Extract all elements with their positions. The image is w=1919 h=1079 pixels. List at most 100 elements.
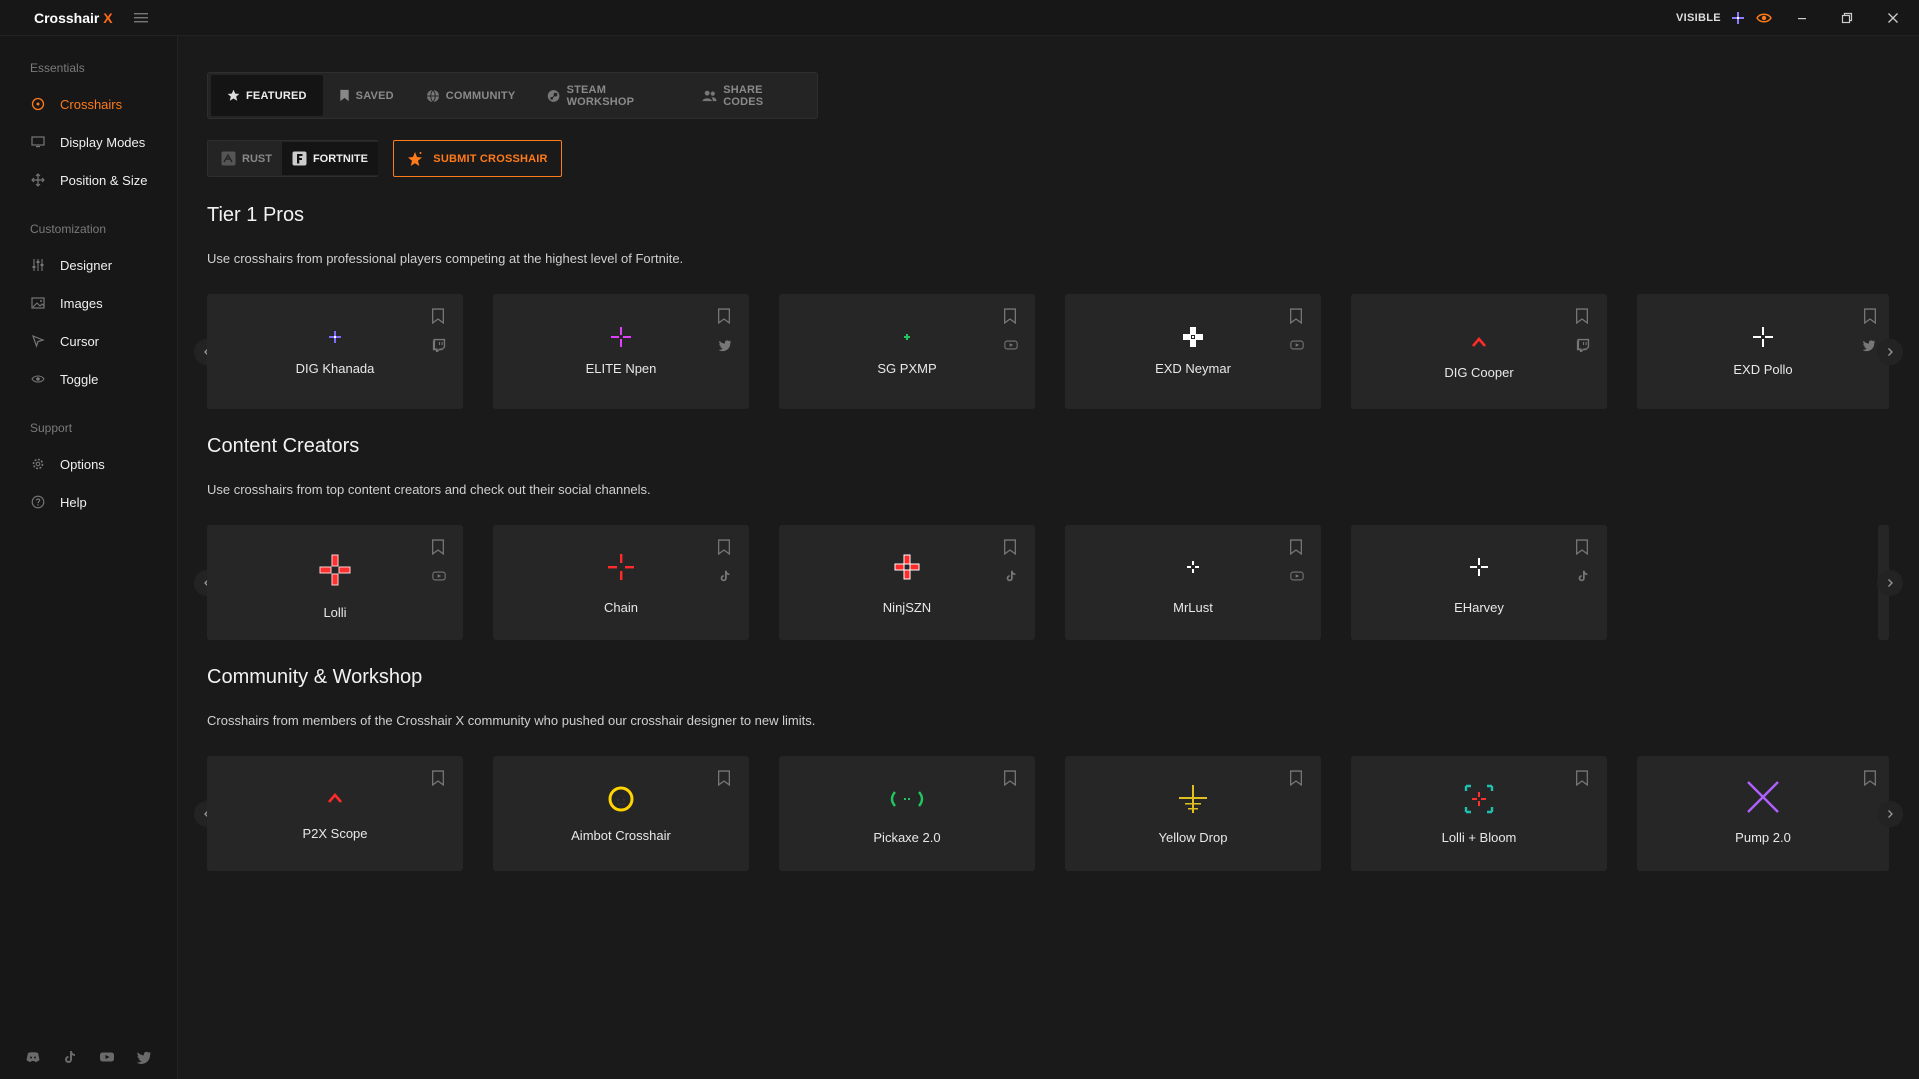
restore-icon[interactable]	[1839, 10, 1855, 26]
eye-icon[interactable]	[1756, 10, 1772, 26]
crosshair-name: EHarvey	[1454, 600, 1504, 615]
crosshair-name: Aimbot Crosshair	[571, 828, 671, 843]
sidebar-item-options[interactable]: Options	[24, 450, 174, 478]
sidebar-item-designer[interactable]: Designer	[24, 251, 174, 279]
crosshair-preview	[493, 322, 749, 352]
crosshair-name: DIG Khanada	[295, 361, 375, 376]
crosshair-card[interactable]: EXD Pollo	[1637, 294, 1889, 409]
minimize-icon[interactable]	[1794, 10, 1810, 26]
bookmark-icon[interactable]	[1575, 308, 1589, 324]
sidebar-item-label: Crosshairs	[60, 96, 123, 112]
game-label: FORTNITE	[312, 152, 368, 165]
tab-steam-workshop[interactable]: STEAM WORKSHOP	[531, 75, 686, 116]
crosshair-preview	[1065, 322, 1321, 352]
submit-crosshair-button[interactable]: SUBMIT CROSSHAIR	[393, 140, 562, 177]
game-fortnite-button[interactable]: FORTNITE	[281, 142, 378, 175]
crosshair-preview	[779, 784, 1035, 814]
section-title-community: Community & Workshop	[207, 666, 423, 688]
target-icon	[30, 96, 46, 112]
crosshair-preview	[493, 784, 749, 814]
crosshair-card[interactable]: Lolli + Bloom	[1351, 756, 1607, 871]
crosshair-card[interactable]: EHarvey	[1351, 525, 1607, 640]
crosshair-preview	[1065, 784, 1321, 814]
users-icon	[702, 90, 717, 102]
crosshair-name: Yellow Drop	[1158, 830, 1228, 845]
sidebar-item-display-modes[interactable]: Display Modes	[24, 128, 174, 156]
tab-label: SHARE CODES	[723, 83, 764, 108]
crosshair-card[interactable]: P2X Scope	[207, 756, 463, 871]
sidebar-item-label: Cursor	[60, 333, 100, 349]
crosshair-preview	[1351, 327, 1607, 357]
crosshair-preview	[1351, 552, 1607, 582]
crosshair-card[interactable]: Pump 2.0	[1637, 756, 1889, 871]
tab-share-codes[interactable]: SHARE CODES	[686, 75, 817, 116]
star-icon	[227, 89, 240, 101]
sidebar-item-crosshairs[interactable]: Crosshairs	[24, 90, 174, 118]
star-sparkle-icon	[408, 151, 423, 166]
crosshair-preview	[1637, 322, 1889, 352]
gear-icon	[30, 456, 46, 472]
game-rust-button[interactable]: RUST	[211, 142, 282, 175]
crosshair-preview	[207, 322, 463, 352]
crosshair-name: EXD Neymar	[1155, 361, 1231, 376]
crosshair-preview	[1065, 552, 1321, 582]
sidebar-item-cursor[interactable]: Cursor	[24, 327, 174, 355]
crosshair-card[interactable]: Lolli	[207, 525, 463, 640]
tiktok-icon[interactable]	[62, 1049, 78, 1065]
crosshair-toggle-icon[interactable]	[1730, 10, 1746, 26]
carousel-next-arrow[interactable]	[1877, 801, 1903, 827]
sidebar-item-toggle[interactable]: Toggle	[24, 365, 174, 393]
sidebar-item-position-size[interactable]: Position & Size	[24, 166, 174, 194]
menu-icon[interactable]	[134, 11, 150, 25]
crosshair-card[interactable]: EXD Neymar	[1065, 294, 1321, 409]
section-desc-community: Crosshairs from members of the Crosshair…	[207, 713, 816, 728]
bookmark-icon[interactable]	[431, 539, 445, 555]
globe-icon	[426, 89, 439, 103]
chevron-right-icon	[1888, 579, 1893, 587]
visible-label: VISIBLE	[1676, 12, 1721, 24]
crosshair-name: Lolli + Bloom	[1441, 830, 1517, 845]
sidebar-item-label: Toggle	[60, 371, 99, 387]
close-icon[interactable]	[1885, 10, 1901, 26]
crosshair-card[interactable]: DIG Cooper	[1351, 294, 1607, 409]
game-toggle: RUST FORTNITE	[207, 140, 378, 177]
crosshair-preview	[779, 552, 1035, 582]
twitter-icon[interactable]	[136, 1049, 152, 1065]
crosshair-card[interactable]: NinjSZN	[779, 525, 1035, 640]
tab-saved[interactable]: SAVED	[323, 75, 410, 116]
section-desc-creators: Use crosshairs from top content creators…	[207, 482, 651, 497]
crosshair-card[interactable]: Yellow Drop	[1065, 756, 1321, 871]
discord-icon[interactable]	[25, 1049, 41, 1065]
tab-community[interactable]: COMMUNITY	[410, 75, 532, 116]
sidebar-item-help[interactable]: Help	[24, 488, 174, 516]
image-icon	[30, 295, 46, 311]
section-label-support: Support	[30, 421, 73, 435]
tab-featured[interactable]: FEATURED	[211, 75, 323, 116]
section-label-customization: Customization	[30, 222, 107, 236]
app-title: Crosshair X	[34, 10, 113, 26]
eye-icon	[30, 371, 46, 387]
crosshair-card[interactable]: Chain	[493, 525, 749, 640]
help-icon	[30, 494, 46, 510]
monitor-icon	[30, 134, 46, 150]
youtube-icon[interactable]	[99, 1049, 115, 1065]
crosshair-card[interactable]: MrLust	[1065, 525, 1321, 640]
crosshair-card[interactable]: Aimbot Crosshair	[493, 756, 749, 871]
sidebar-item-images[interactable]: Images	[24, 289, 174, 317]
crosshair-name: DIG Cooper	[1444, 365, 1514, 380]
crosshair-name: P2X Scope	[302, 826, 368, 841]
chevron-right-icon	[1888, 810, 1893, 818]
tab-label: STEAM WORKSHOP	[566, 83, 635, 108]
carousel-next-arrow[interactable]	[1877, 339, 1903, 365]
move-icon	[30, 172, 46, 188]
crosshair-card[interactable]: Pickaxe 2.0	[779, 756, 1035, 871]
crosshair-card[interactable]: ELITE Npen	[493, 294, 749, 409]
crosshair-preview	[493, 552, 749, 582]
bookmark-icon	[339, 89, 349, 102]
carousel-next-arrow[interactable]	[1877, 570, 1903, 596]
crosshair-card[interactable]: SG PXMP	[779, 294, 1035, 409]
section-desc-tier1: Use crosshairs from professional players…	[207, 251, 684, 266]
sidebar-item-label: Options	[60, 456, 105, 472]
crosshair-card[interactable]: DIG Khanada	[207, 294, 463, 409]
app-title-text: Crosshair	[34, 10, 100, 26]
